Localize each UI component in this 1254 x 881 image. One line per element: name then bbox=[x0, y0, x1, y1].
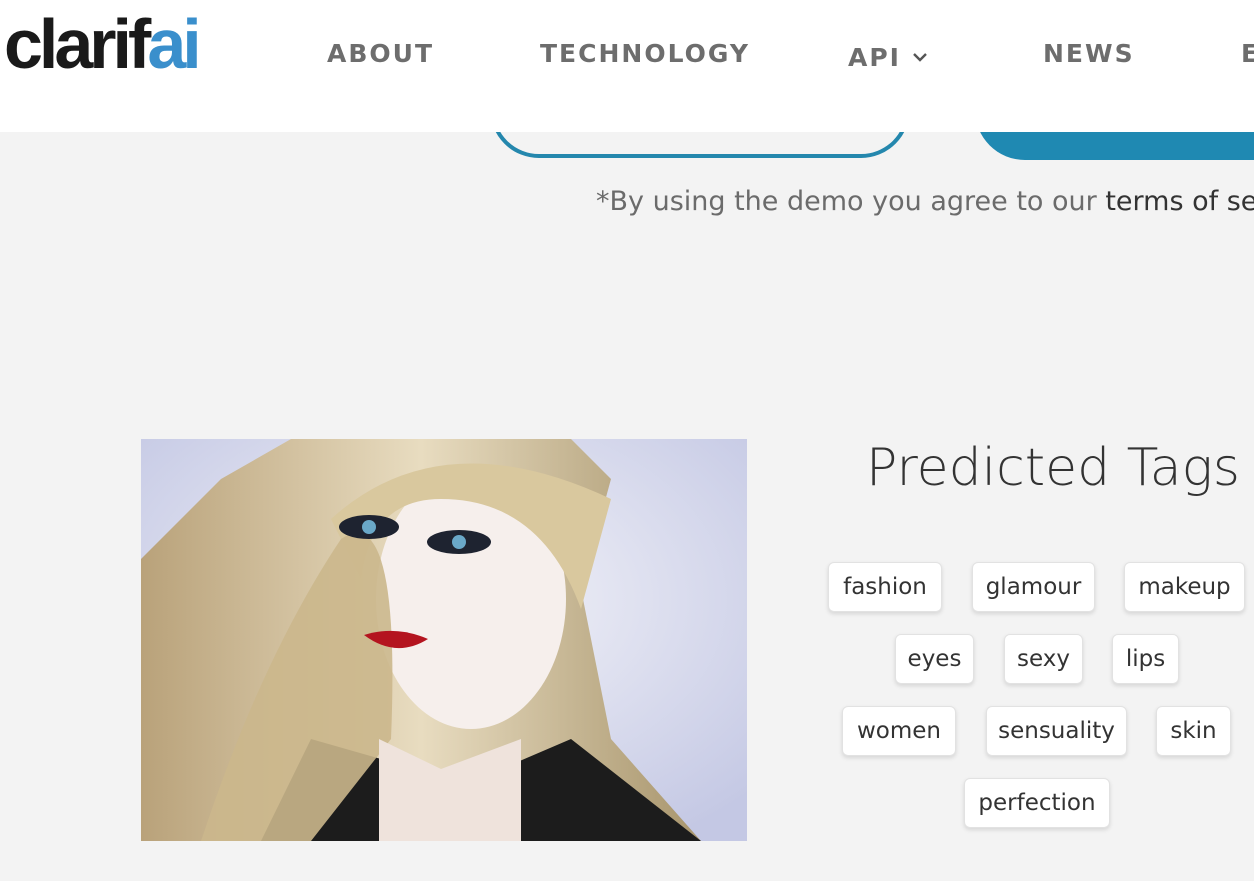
nav-api-label: API bbox=[848, 43, 901, 72]
analyzed-image bbox=[141, 439, 747, 841]
tag-perfection[interactable]: perfection bbox=[964, 778, 1110, 828]
clarifai-logo[interactable]: clarifai bbox=[4, 4, 202, 84]
tag-eyes[interactable]: eyes bbox=[895, 634, 974, 684]
site-header: clarifai ABOUT TECHNOLOGY API NEWS E bbox=[0, 0, 1254, 132]
tag-skin[interactable]: skin bbox=[1156, 706, 1231, 756]
tag-sensuality[interactable]: sensuality bbox=[986, 706, 1127, 756]
terms-notice: *By using the demo you agree to our term… bbox=[596, 186, 1254, 217]
terms-prefix: *By using the demo you agree to our bbox=[596, 186, 1106, 217]
tag-glamour[interactable]: glamour bbox=[972, 562, 1095, 612]
predicted-tags-title: Predicted Tags bbox=[866, 438, 1240, 498]
portrait-photo bbox=[141, 439, 747, 841]
tag-women[interactable]: women bbox=[842, 706, 956, 756]
terms-of-service-link[interactable]: terms of serv bbox=[1105, 186, 1254, 217]
tag-sexy[interactable]: sexy bbox=[1004, 634, 1083, 684]
tag-fashion[interactable]: fashion bbox=[828, 562, 942, 612]
tag-lips[interactable]: lips bbox=[1112, 634, 1179, 684]
nav-news[interactable]: NEWS bbox=[1043, 36, 1135, 72]
nav-technology[interactable]: TECHNOLOGY bbox=[540, 36, 750, 72]
nav-cut-off[interactable]: E bbox=[1241, 36, 1254, 72]
tag-makeup[interactable]: makeup bbox=[1124, 562, 1245, 612]
nav-api[interactable]: API bbox=[848, 36, 927, 72]
chevron-down-icon bbox=[913, 36, 927, 72]
nav-about[interactable]: ABOUT bbox=[327, 36, 434, 72]
